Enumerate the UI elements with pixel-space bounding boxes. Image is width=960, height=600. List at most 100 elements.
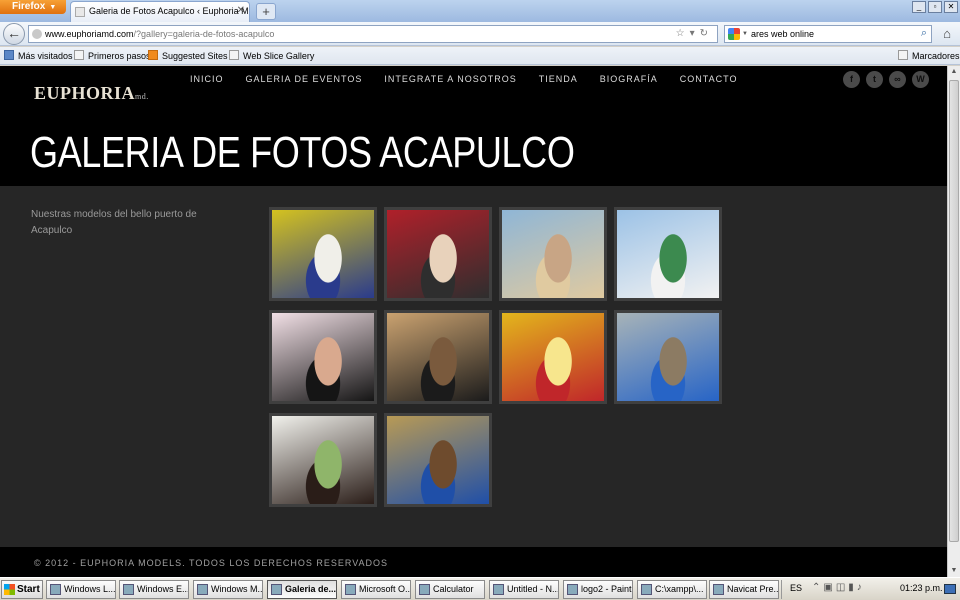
footer-copyright: © 2012 - EUPHORIA MODELS. TODOS LOS DERE… xyxy=(34,558,389,568)
bookmark-label: Marcadores xyxy=(912,51,960,61)
facebook-icon[interactable]: f xyxy=(843,71,860,88)
scroll-down-icon[interactable]: ▼ xyxy=(948,565,960,577)
taskbar-item-label: Windows E... xyxy=(137,584,189,594)
page-icon xyxy=(229,50,239,60)
show-desktop-icon[interactable] xyxy=(944,584,956,594)
bookmark-label: Suggested Sites xyxy=(162,51,228,61)
nav-item-inicio[interactable]: INICIO xyxy=(190,74,224,84)
window-controls: _ ▫ ✕ xyxy=(912,1,958,13)
bookmark-label: Web Slice Gallery xyxy=(243,51,315,61)
app-icon xyxy=(641,584,652,595)
wordpress-icon[interactable]: W xyxy=(912,71,929,88)
app-icon xyxy=(419,584,430,595)
bookmark-suggested-sites[interactable]: Suggested Sites xyxy=(148,50,228,61)
photo-model-blue-outfit-street[interactable] xyxy=(614,310,722,404)
taskbar-item[interactable]: Windows M... xyxy=(193,580,263,599)
back-arrow-icon[interactable]: ← xyxy=(3,23,25,45)
chevron-down-icon: ▼ xyxy=(742,31,748,37)
app-icon xyxy=(197,584,208,595)
windows-logo-icon xyxy=(4,584,15,595)
photo-model-black-dress-stool[interactable] xyxy=(269,310,377,404)
url-path: /?gallery=galeria-de-fotos-acapulco xyxy=(133,29,275,39)
nav-item-contacto[interactable]: CONTACTO xyxy=(680,74,738,84)
bookmark-marcadores[interactable]: Marcadores xyxy=(898,50,960,61)
photo-model-store-shelves[interactable] xyxy=(384,413,492,507)
tray-icons[interactable]: ⌃▣◫▮♪ xyxy=(812,582,865,593)
site-footer: © 2012 - EUPHORIA MODELS. TODOS LOS DERE… xyxy=(0,547,947,577)
photo-model-beach-rocks[interactable] xyxy=(499,207,607,301)
nav-item-tienda[interactable]: TIENDA xyxy=(539,74,578,84)
bookmark-web-slice-gallery[interactable]: Web Slice Gallery xyxy=(229,50,314,61)
bookmark-primeros-pasos[interactable]: Primeros pasos xyxy=(74,50,151,61)
page-viewport: EUPHORIAmd. INICIO GALERIA DE EVENTOS IN… xyxy=(0,66,947,577)
taskbar-item-label: Windows M... xyxy=(211,584,263,594)
nav-item-galeria-de-eventos[interactable]: GALERIA DE EVENTOS xyxy=(246,74,363,84)
minimize-icon[interactable]: _ xyxy=(912,1,926,13)
photo-model-yellow-banner[interactable] xyxy=(499,310,607,404)
language-indicator[interactable]: ES xyxy=(790,583,802,593)
taskbar-item[interactable]: Navicat Pre... xyxy=(709,580,779,599)
taskbar-item-label: Navicat Pre... xyxy=(727,584,779,594)
twitter-icon[interactable]: t xyxy=(866,71,883,88)
photo-two-models-yellow-wall[interactable] xyxy=(269,207,377,301)
close-icon[interactable]: ✕ xyxy=(944,1,958,13)
nav-item-biografia[interactable]: BIOGRAFÍA xyxy=(600,74,658,84)
taskbar-item[interactable]: Windows L... xyxy=(46,580,116,599)
taskbar-item[interactable]: C:\xampp\... xyxy=(637,580,707,599)
bookmark-label: Primeros pasos xyxy=(88,51,151,61)
url-domain: www.euphoriamd.com xyxy=(45,29,134,39)
page-title: GALERIA DE FOTOS ACAPULCO xyxy=(30,128,575,177)
google-search-engine-icon[interactable] xyxy=(728,28,740,40)
bookmark-mas-visitados[interactable]: Más visitados xyxy=(4,50,73,61)
app-icon xyxy=(713,584,724,595)
tab-title: Galeria de Fotos Acapulco ‹ Euphoria Mod… xyxy=(89,6,249,16)
tab-active[interactable]: Galeria de Fotos Acapulco ‹ Euphoria Mod… xyxy=(70,1,250,22)
taskbar-item-label: Microsoft O... xyxy=(359,584,411,594)
new-tab-button[interactable]: + xyxy=(256,3,276,20)
bookmarks-star-icon xyxy=(898,50,908,60)
firefox-menu-button[interactable]: Firefox ▼ xyxy=(0,0,66,14)
taskbar-item[interactable]: logo2 - Paint xyxy=(563,580,633,599)
photo-model-white-top-portrait[interactable] xyxy=(269,413,377,507)
bookmark-star-icon[interactable]: ☆▾↻ xyxy=(676,26,713,42)
bookmarks-toolbar: Más visitados Primeros pasos Suggested S… xyxy=(0,47,960,65)
site-logo[interactable]: EUPHORIAmd. xyxy=(34,83,149,104)
scroll-up-icon[interactable]: ▲ xyxy=(948,66,960,78)
navigation-toolbar: ← www.euphoriamd.com/?gallery=galeria-de… xyxy=(0,22,960,46)
photo-model-boat-bikini[interactable] xyxy=(614,207,722,301)
vertical-scrollbar[interactable]: ▲ ▼ xyxy=(947,66,960,577)
bookmark-folder-icon xyxy=(4,50,14,60)
photo-model-red-jeep[interactable] xyxy=(384,207,492,301)
main-nav: INICIO GALERIA DE EVENTOS INTEGRATE A NO… xyxy=(190,74,737,84)
start-label: Start xyxy=(17,584,40,595)
photo-model-event-table[interactable] xyxy=(384,310,492,404)
taskbar-item-label: Galeria de... xyxy=(285,584,337,594)
app-icon xyxy=(493,584,504,595)
start-button[interactable]: Start xyxy=(1,580,43,599)
taskbar-item[interactable]: Microsoft O... xyxy=(341,580,411,599)
logo-subtext: md. xyxy=(135,92,149,101)
logo-text: EUPHORIA xyxy=(34,83,136,103)
taskbar-item[interactable]: Untitled - N... xyxy=(489,580,559,599)
search-icon[interactable]: ⌕ xyxy=(921,25,927,41)
taskbar-item[interactable]: Calculator xyxy=(415,580,485,599)
home-icon[interactable]: ⌂ xyxy=(938,25,956,43)
nav-item-integrate-a-nosotros[interactable]: INTEGRATE A NOSOTROS xyxy=(384,74,516,84)
scrollbar-thumb[interactable] xyxy=(949,80,959,542)
taskbar-item-label: C:\xampp\... xyxy=(655,584,704,594)
social-links: f t ∞ W xyxy=(843,71,929,88)
taskbar-item[interactable]: Galeria de... xyxy=(267,580,337,599)
close-tab-icon[interactable]: ✕ xyxy=(237,5,245,16)
taskbar-item[interactable]: Windows E... xyxy=(119,580,189,599)
taskbar-clock[interactable]: 01:23 p.m. xyxy=(900,583,943,593)
url-bar[interactable]: www.euphoriamd.com/?gallery=galeria-de-f… xyxy=(28,25,718,43)
system-tray: ES ⌃▣◫▮♪ 01:23 p.m. xyxy=(781,580,959,599)
site-identity-icon[interactable] xyxy=(32,29,42,39)
maximize-icon[interactable]: ▫ xyxy=(928,1,942,13)
search-input[interactable]: ▼ ares web online ⌕ xyxy=(724,25,932,43)
flickr-icon[interactable]: ∞ xyxy=(889,71,906,88)
gallery-description: Nuestras modelos del bello puerto de Aca… xyxy=(31,209,197,236)
taskbar-item-label: Calculator xyxy=(433,584,474,594)
browser-titlebar: Firefox ▼ Galeria de Fotos Acapulco ‹ Eup… xyxy=(0,0,960,22)
page-icon xyxy=(74,50,84,60)
